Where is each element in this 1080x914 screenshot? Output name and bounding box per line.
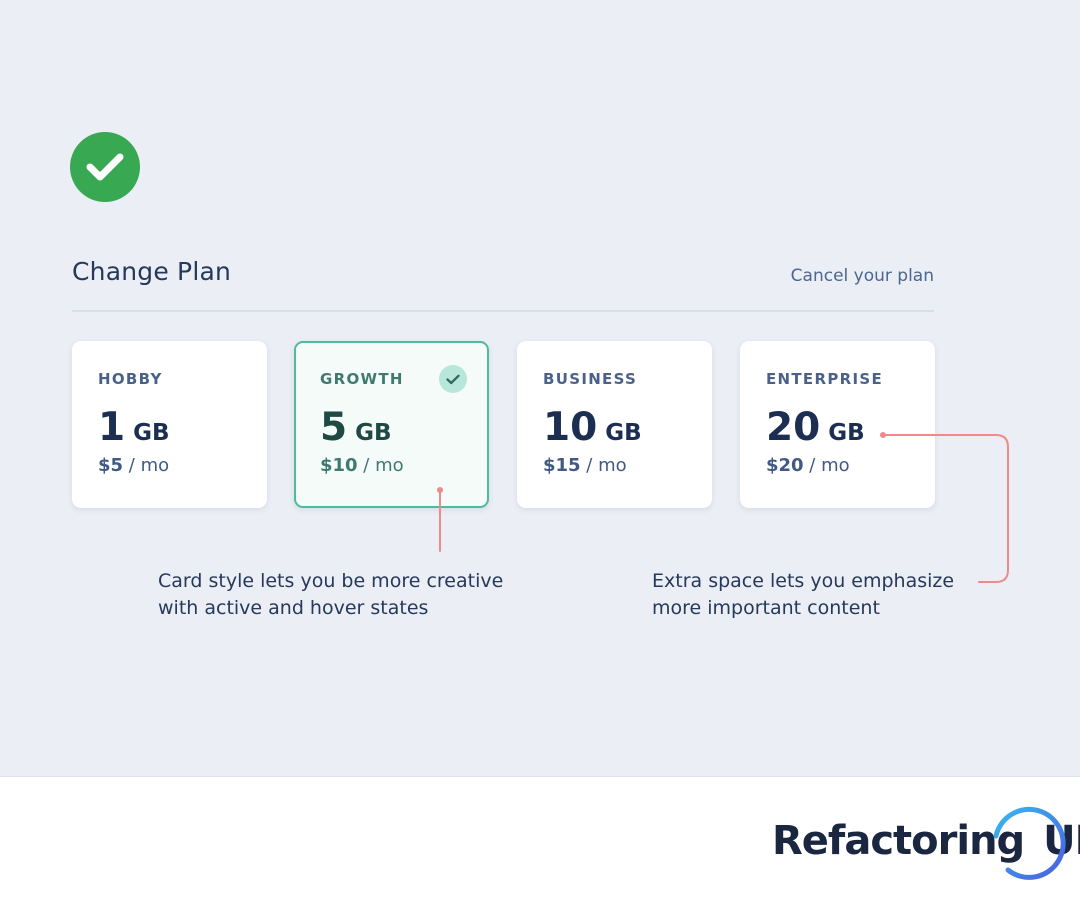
plan-storage: 5 GB — [320, 405, 392, 450]
storage-unit: GB — [355, 420, 392, 446]
success-check-icon — [70, 132, 140, 202]
price-period: / mo — [123, 455, 170, 476]
price-amount: $10 — [320, 455, 358, 476]
plan-card-business[interactable]: BUSINESS 10 GB $15 / mo — [517, 341, 712, 508]
plan-storage: 10 GB — [543, 405, 642, 450]
annotation-line-1: Card style lets you be more creative — [158, 570, 504, 592]
plan-storage: 1 GB — [98, 405, 170, 450]
plan-name: GROWTH — [320, 370, 404, 388]
annotation-line-2: more important content — [652, 597, 880, 619]
price-period: / mo — [580, 455, 627, 476]
plan-name: HOBBY — [98, 370, 163, 388]
storage-unit: GB — [605, 420, 642, 446]
divider — [72, 310, 934, 312]
plan-name: ENTERPRISE — [766, 370, 884, 388]
storage-unit: GB — [828, 420, 865, 446]
plan-price: $20 / mo — [766, 455, 850, 476]
plan-card-growth[interactable]: GROWTH 5 GB $10 / mo — [294, 341, 489, 508]
plan-price: $15 / mo — [543, 455, 627, 476]
price-period: / mo — [803, 455, 850, 476]
annotation-line-2: with active and hover states — [158, 597, 429, 619]
storage-amount: 5 — [320, 405, 348, 450]
plan-card-hobby[interactable]: HOBBY 1 GB $5 / mo — [72, 341, 267, 508]
price-amount: $15 — [543, 455, 581, 476]
storage-amount: 20 — [766, 405, 821, 450]
selected-check-icon — [439, 365, 467, 393]
page-title: Change Plan — [72, 257, 232, 286]
plan-card-enterprise[interactable]: ENTERPRISE 20 GB $20 / mo — [740, 341, 935, 508]
cancel-plan-link[interactable]: Cancel your plan — [791, 266, 934, 286]
plan-storage: 20 GB — [766, 405, 865, 450]
price-period: / mo — [357, 455, 404, 476]
plan-price: $5 / mo — [98, 455, 169, 476]
annotation-card-style: Card style lets you be more creative wit… — [158, 568, 503, 622]
price-amount: $20 — [766, 455, 804, 476]
price-amount: $5 — [98, 455, 124, 476]
annotation-extra-space: Extra space lets you emphasize more impo… — [652, 568, 954, 622]
plan-name: BUSINESS — [543, 370, 638, 388]
plan-price: $10 / mo — [320, 455, 404, 476]
canvas: Change Plan Cancel your plan HOBBY 1 GB $… — [0, 0, 1080, 777]
storage-amount: 10 — [543, 405, 598, 450]
storage-unit: GB — [133, 420, 170, 446]
brand-ring-icon — [993, 806, 1066, 880]
annotation-line-1: Extra space lets you emphasize — [652, 570, 955, 592]
storage-amount: 1 — [98, 405, 126, 450]
